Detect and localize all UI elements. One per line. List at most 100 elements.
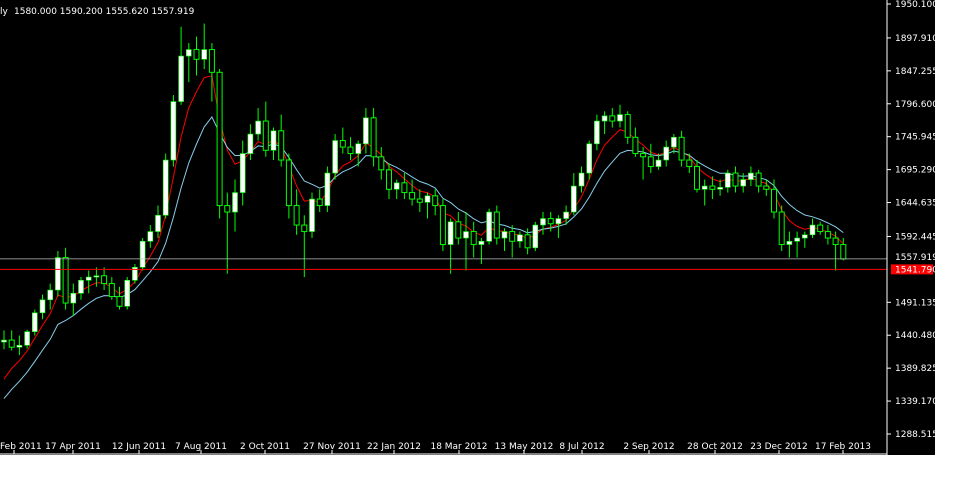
candle-body xyxy=(401,182,408,194)
candle-body xyxy=(755,172,762,187)
candle-body xyxy=(24,331,30,346)
candle-body xyxy=(85,276,92,281)
candle-body xyxy=(155,215,161,232)
candle-body xyxy=(493,211,500,239)
time-tick-label: Feb 2011 xyxy=(0,442,42,452)
candle-body xyxy=(655,159,662,167)
time-tick-label: 7 Aug 2011 xyxy=(175,442,227,452)
candle-body xyxy=(239,153,246,193)
candle-body xyxy=(809,224,816,236)
candle-body xyxy=(540,218,546,226)
candle-body xyxy=(285,159,292,207)
candle-body xyxy=(201,49,207,60)
candle-body xyxy=(578,172,585,187)
candle xyxy=(486,208,492,245)
candle-body xyxy=(232,192,238,213)
candle-body xyxy=(62,257,69,304)
candle-body xyxy=(555,218,562,225)
candle xyxy=(62,247,69,310)
candle-body xyxy=(39,299,46,314)
candle-body xyxy=(108,283,115,298)
candle-body xyxy=(116,296,123,307)
candle-body xyxy=(470,231,477,246)
time-tick-label: 13 May 2012 xyxy=(495,442,554,452)
candle-body xyxy=(594,120,600,145)
candle xyxy=(162,153,169,219)
candle-body xyxy=(671,137,677,148)
candle-body xyxy=(709,185,716,190)
candle-body xyxy=(93,275,100,278)
candle-body xyxy=(447,221,454,245)
candle-body xyxy=(632,136,639,155)
time-tick-label: 17 Feb 2013 xyxy=(815,442,871,452)
candle-body xyxy=(31,312,38,332)
candle-body xyxy=(347,146,354,155)
candle-body xyxy=(509,231,516,242)
candle-body xyxy=(647,156,654,168)
chart-window[interactable]: ly 1580.000 1590.200 1555.620 1557.919 1… xyxy=(0,0,935,455)
candle-body xyxy=(139,240,146,268)
candle-body xyxy=(409,192,416,200)
candle-body xyxy=(786,240,793,245)
time-tick-label: 23 Dec 2012 xyxy=(750,442,808,452)
candle-body xyxy=(316,198,323,207)
time-tick-label: 18 Mar 2012 xyxy=(430,442,487,452)
candle-body xyxy=(393,182,400,190)
candle xyxy=(439,199,446,252)
candle-body xyxy=(16,344,23,348)
candle-body xyxy=(486,211,492,242)
candle-body xyxy=(532,224,539,249)
candle-body xyxy=(801,234,808,239)
candle-body xyxy=(278,130,285,161)
candle-body xyxy=(424,195,431,203)
price-tick-label: 1288.515 xyxy=(895,430,935,440)
candle-body xyxy=(370,117,377,158)
candle-body xyxy=(70,292,77,304)
candle xyxy=(139,238,146,271)
candle-body xyxy=(255,120,261,135)
chart-header-ohlc: 1580.000 1590.200 1555.620 1557.919 xyxy=(14,7,195,17)
chart-header-prefix: ly xyxy=(0,7,9,17)
time-tick-label: 17 Apr 2011 xyxy=(45,442,101,452)
candle-body xyxy=(624,114,631,138)
line-price-label: 1541.790 xyxy=(895,265,935,275)
candle-body xyxy=(293,205,300,226)
candle-body xyxy=(455,221,462,239)
candle-body xyxy=(301,224,308,233)
time-tick-label: 22 Jan 2012 xyxy=(367,442,421,452)
candle xyxy=(532,221,539,252)
price-tick-label: 1695.290 xyxy=(895,166,935,176)
candle-body xyxy=(547,218,554,225)
candle-body xyxy=(386,169,392,190)
candle-body xyxy=(247,133,254,154)
candle-body xyxy=(262,120,269,151)
time-tick-label: 2 Oct 2011 xyxy=(240,442,290,452)
candle-body xyxy=(170,101,177,161)
candle-body xyxy=(101,275,108,285)
candle-body xyxy=(570,185,577,213)
candle xyxy=(778,205,785,252)
candle-body xyxy=(701,185,708,190)
candle-body xyxy=(794,237,800,242)
candle-body xyxy=(563,211,569,219)
candle-body xyxy=(832,237,839,246)
candle-body xyxy=(601,115,608,122)
candle-body xyxy=(524,234,531,249)
candle xyxy=(309,192,315,239)
candle-body xyxy=(678,136,685,161)
candle-body xyxy=(732,172,739,187)
candle-body xyxy=(717,187,723,190)
price-chart[interactable]: ly 1580.000 1590.200 1555.620 1557.919 1… xyxy=(0,0,935,455)
candle xyxy=(332,134,338,180)
candle-body xyxy=(694,166,700,190)
price-tick-label: 1592.445 xyxy=(895,232,935,242)
candle-body xyxy=(208,49,215,73)
candle-body xyxy=(178,55,184,102)
time-tick-label: 8 Jul 2012 xyxy=(559,442,604,452)
price-tick-label: 1897.910 xyxy=(895,34,935,44)
candle-body xyxy=(740,179,747,187)
candle xyxy=(324,166,331,213)
candle-body xyxy=(162,159,169,216)
candle-body xyxy=(840,244,847,260)
candle xyxy=(31,309,38,336)
